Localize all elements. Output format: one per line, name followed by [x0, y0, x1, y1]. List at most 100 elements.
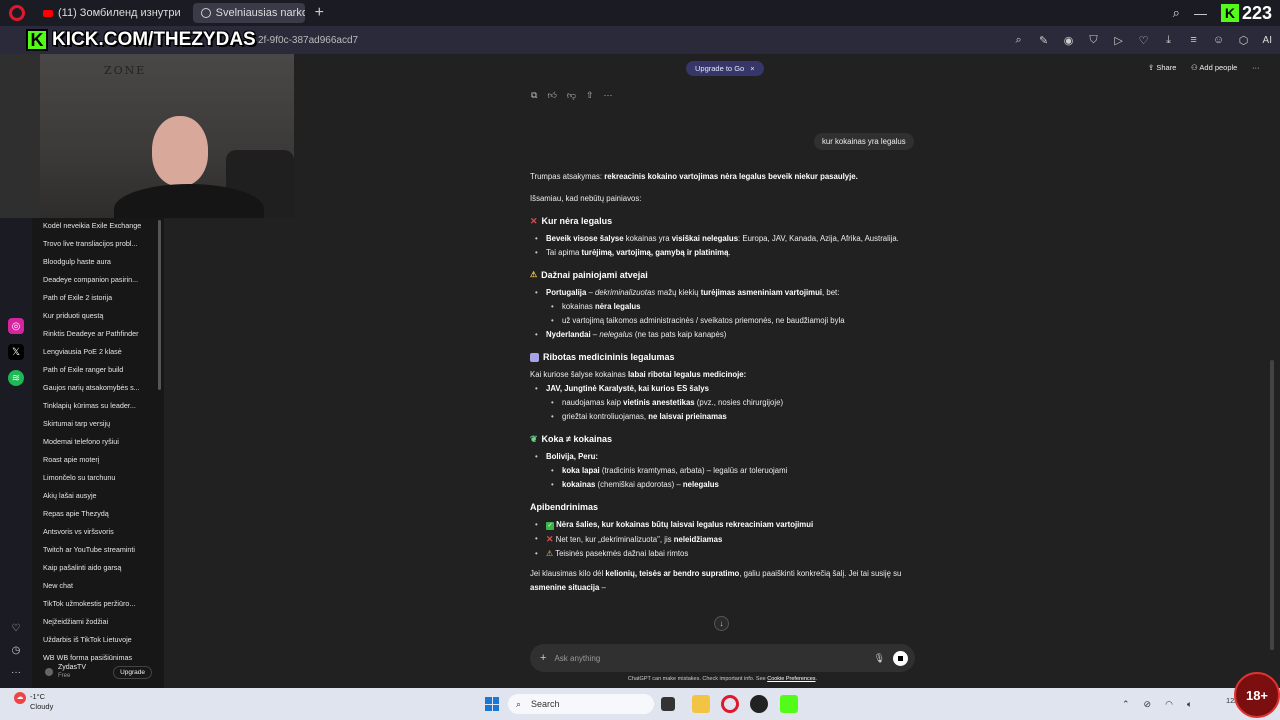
chat-history-item[interactable]: Limončelo su tarchunu — [32, 469, 164, 487]
upgrade-button[interactable]: Upgrade — [113, 665, 152, 679]
chat-history-item[interactable]: TikTok užmokestis peržiūro... — [32, 595, 164, 613]
history-icon[interactable]: ◷ — [8, 642, 24, 658]
chat-history-item[interactable]: Modemai telefono ryšiui — [32, 433, 164, 451]
share-button[interactable]: ⇪ Share — [1148, 63, 1176, 72]
profile-icon[interactable]: ☺ — [1213, 34, 1225, 46]
kick-app-icon[interactable] — [780, 695, 798, 713]
heading-text: Kur nėra legalus — [541, 216, 613, 226]
url-field[interactable]: 2f-9f0c-387ad966acd7 — [258, 35, 358, 46]
cookie-preferences-link[interactable]: Cookie Preferences — [767, 676, 815, 682]
spotify-icon[interactable]: ≋ — [8, 370, 24, 386]
sidebar-scrollbar[interactable] — [158, 220, 161, 390]
chat-history-item[interactable]: New chat — [32, 577, 164, 595]
chat-history-item[interactable]: Tinklapių kūrimas su leader... — [32, 397, 164, 415]
chat-history-item[interactable]: Roast apie moterį — [32, 451, 164, 469]
more-icon[interactable]: ··· — [8, 664, 24, 680]
share-message-icon[interactable]: ⇧ — [586, 90, 594, 101]
tab-youtube[interactable]: (11) Зомбиленд изнутри — [35, 3, 189, 23]
main-scrollbar[interactable] — [1270, 360, 1274, 650]
chat-history-item[interactable]: Deadeye companion pasirin... — [32, 271, 164, 289]
windows-start-icon[interactable] — [485, 697, 499, 711]
chat-history-item[interactable]: Repas apie Thezydą — [32, 505, 164, 523]
more-options-button[interactable]: ··· — [1252, 63, 1260, 72]
download-icon[interactable]: ⤓ — [1163, 34, 1175, 47]
heading-text: Apibendrinimas — [530, 502, 599, 512]
close-icon[interactable]: × — [750, 64, 754, 73]
cross-mark-icon: ✕ — [530, 216, 538, 226]
kick-viewer-counter: K 223 — [1220, 3, 1272, 24]
answer-closing: Jei klausimas kilo dėl kelionių, teisės … — [530, 569, 902, 592]
stop-button[interactable] — [893, 650, 908, 666]
task-view-icon[interactable] — [661, 697, 675, 711]
screen: (11) Зомбиленд изнутри Svelniausias nark… — [0, 0, 1280, 720]
more-icon[interactable]: ··· — [604, 90, 613, 101]
upgrade-pill-label: Upgrade to Go — [695, 64, 745, 73]
opera-taskbar-icon[interactable] — [721, 695, 739, 713]
chat-history-item[interactable]: Path of Exile 2 istorija — [32, 289, 164, 307]
opera-logo-icon[interactable] — [9, 5, 25, 21]
obs-icon[interactable] — [750, 695, 768, 713]
chat-history-item[interactable]: Rinktis Deadeye ar Pathfinder — [32, 325, 164, 343]
user-info: ZydasTV Free — [58, 664, 86, 680]
wifi-icon[interactable]: ◠ — [1165, 699, 1173, 710]
thumbs-up-icon[interactable]: 👍︎ — [547, 90, 556, 101]
composer: + 🎙︎ — [530, 644, 915, 672]
taskbar-search[interactable]: ⌕ Search — [508, 694, 654, 714]
zoom-icon[interactable]: ⌕ — [1013, 34, 1025, 47]
chat-history-item[interactable]: Kur priduoti questą — [32, 307, 164, 325]
webcam-door — [0, 54, 40, 218]
list-item: koka lapai (tradicinis kramtymas, arbata… — [530, 464, 920, 478]
section-heading-coca: ❦ Koka ≠ kokainas — [530, 432, 920, 446]
chevron-up-icon[interactable]: ⌃ — [1122, 699, 1130, 710]
x-icon[interactable]: 𝕏 — [8, 344, 24, 360]
chat-history-item[interactable]: Antsvoris vs viršsvoris — [32, 523, 164, 541]
heading-text: Koka ≠ kokainas — [541, 434, 613, 444]
shield-icon[interactable]: ⛉ — [1088, 34, 1100, 47]
thumbs-down-icon[interactable]: 👎︎ — [567, 90, 576, 101]
chat-history-item[interactable]: Kaip pašalinti aido garsą — [32, 559, 164, 577]
plus-icon[interactable]: + — [540, 652, 546, 664]
warning-icon: ⚠ — [530, 270, 538, 279]
menu-icon[interactable]: ≡ — [1188, 34, 1200, 46]
microphone-icon[interactable]: 🎙︎ — [874, 653, 885, 664]
new-tab-button[interactable]: + — [315, 4, 324, 22]
edit-icon[interactable]: ✎ — [1038, 34, 1050, 47]
chat-history-item[interactable]: Path of Exile ranger build — [32, 361, 164, 379]
list-item: ✓ Nėra šalies, kur kokainas būtų laisvai… — [530, 518, 920, 532]
search-tabs-icon[interactable]: ⌕ — [1173, 5, 1180, 21]
chat-history-item[interactable]: Akių lašai ausyje — [32, 487, 164, 505]
list-medical: JAV, Jungtinė Karalystė, kai kurios ES š… — [530, 382, 920, 396]
chat-history-item[interactable]: Lengviausia PoE 2 klasė — [32, 343, 164, 361]
cross-mark-icon: ✕ — [546, 534, 554, 544]
chat-history-item[interactable]: Kodėl neveikia Exile Exchange — [32, 217, 164, 235]
upgrade-to-go-pill[interactable]: Upgrade to Go × — [686, 61, 764, 76]
file-explorer-icon[interactable] — [692, 695, 710, 713]
camera-icon[interactable]: ◉ — [1063, 34, 1075, 47]
instagram-icon[interactable]: ◎ — [8, 318, 24, 334]
tab-chatgpt[interactable]: Svelniausias narkotikas — [192, 3, 305, 23]
chat-history-item[interactable]: Neįžeidžiami žodžiai — [32, 613, 164, 631]
chat-history-item[interactable]: Uždarbis iš TikTok Lietuvoje — [32, 631, 164, 649]
list-item: ⚠ Teisinės pasekmės dažnai labai rimtos — [530, 547, 920, 561]
prompt-input[interactable] — [554, 653, 855, 663]
add-people-button[interactable]: ⚇ Add people — [1191, 63, 1237, 72]
play-icon[interactable]: ▷ — [1113, 34, 1125, 47]
user-account-row[interactable]: ZydasTV Free Upgrade — [32, 660, 164, 684]
ai-button[interactable]: AI — [1263, 35, 1272, 46]
chat-history-item[interactable]: Skirtumai tarp versijų — [32, 415, 164, 433]
copy-icon[interactable]: ⧉ — [531, 90, 537, 101]
heart-icon[interactable]: ♡ — [8, 620, 24, 636]
heart-icon[interactable]: ♡ — [1138, 34, 1150, 47]
temperature: -1°C — [30, 692, 46, 701]
volume-icon[interactable]: 🔈︎ — [1187, 699, 1192, 710]
network-off-icon[interactable]: ⊘ — [1144, 699, 1152, 710]
scroll-to-bottom-button[interactable]: ↓ — [714, 616, 729, 631]
weather-widget[interactable]: ☁ -1°C Cloudy — [14, 692, 53, 712]
chat-history-item[interactable]: Trovo live transliacijos probl... — [32, 235, 164, 253]
extensions-icon[interactable]: ⬡ — [1238, 34, 1250, 47]
chat-history-item[interactable]: Twitch ar YouTube streaminti — [32, 541, 164, 559]
chat-history-item[interactable]: Bloodgulp haste aura — [32, 253, 164, 271]
minimize-icon[interactable]: — — [1194, 6, 1207, 21]
chat-history-item[interactable]: Gaujos narių atsakomybės s... — [32, 379, 164, 397]
section-heading-medical: Ribotas medicininis legalumas — [530, 350, 920, 364]
